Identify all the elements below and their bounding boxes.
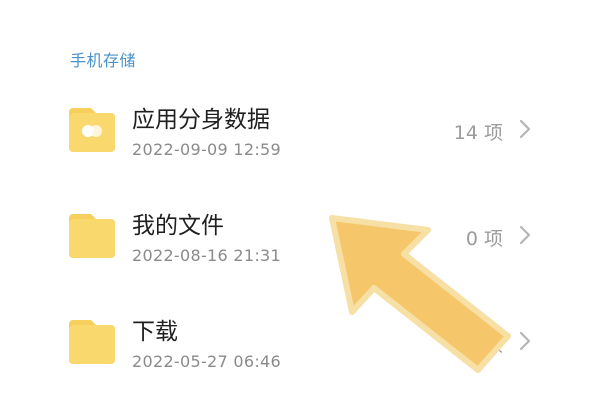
list-item-my-files[interactable]: 我的文件 2022-08-16 21:31 0 项 [0, 190, 607, 296]
chevron-right-icon [517, 118, 533, 140]
item-name: 应用分身数据 [132, 107, 270, 133]
file-manager-screen: 手机存储 应用分身数据 2022-09-09 12:59 14 项 我的文件 2… [0, 0, 607, 405]
folder-icon [69, 210, 115, 258]
folder-icon [69, 316, 115, 364]
item-count: 0 项 [465, 228, 503, 250]
item-count: 0 项 [465, 334, 503, 356]
section-title-phone-storage: 手机存储 [70, 51, 137, 70]
item-name: 下载 [132, 319, 178, 345]
item-date: 2022-05-27 06:46 [132, 352, 281, 371]
chevron-right-icon [517, 330, 533, 352]
list-item-downloads[interactable]: 下载 2022-05-27 06:46 0 项 [0, 296, 607, 402]
item-date: 2022-08-16 21:31 [132, 246, 281, 265]
chevron-right-icon [517, 224, 533, 246]
item-count: 14 项 [453, 122, 503, 144]
item-name: 我的文件 [132, 213, 224, 239]
list-item-app-clone-data[interactable]: 应用分身数据 2022-09-09 12:59 14 项 [0, 84, 607, 190]
app-clone-folder-icon [69, 104, 115, 152]
item-date: 2022-09-09 12:59 [132, 140, 281, 159]
